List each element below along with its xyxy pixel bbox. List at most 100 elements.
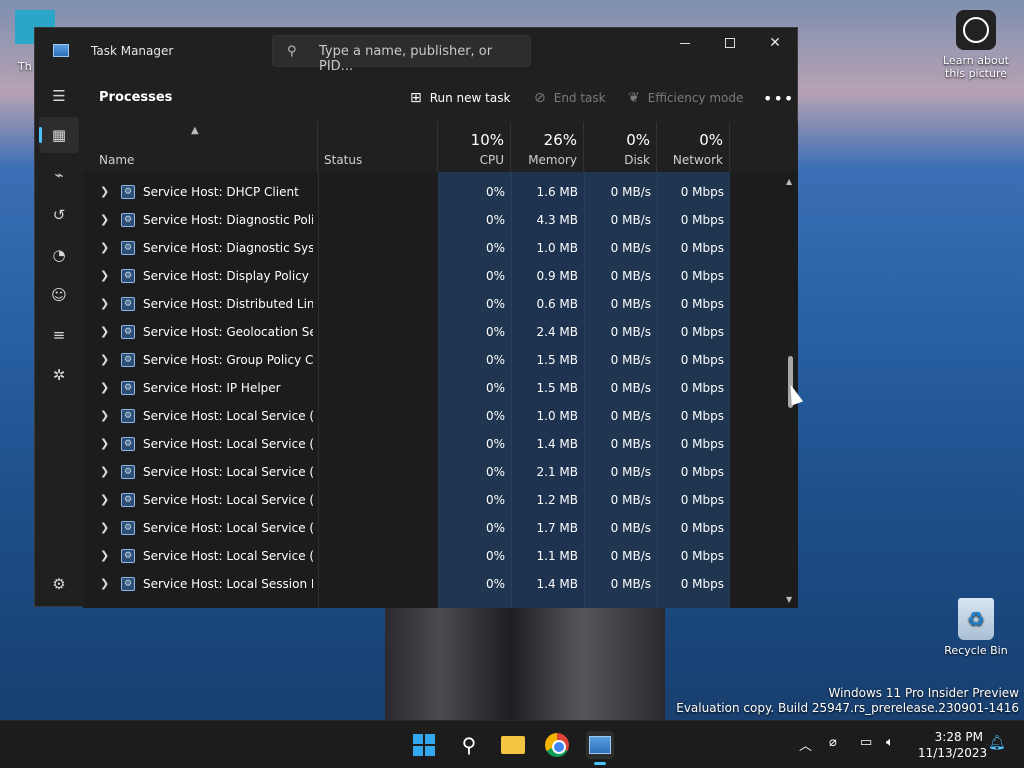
table-row[interactable]: ❯ ⚙ Service Host: Local Service (N... 0% 1.1… [83,542,743,570]
table-row[interactable]: ❯ ⚙ Service Host: Local Service (N... 0% 1.7… [83,514,743,542]
column-header-network[interactable]: 0% Network [657,122,730,172]
expand-chevron-icon[interactable]: ❯ [100,577,109,590]
search-icon: ⚲ [287,44,297,59]
nav-users[interactable]: ☺ [39,277,79,313]
display-icon[interactable]: ▭ [860,735,872,750]
more-options-button[interactable]: ••• [763,88,794,108]
column-header-disk[interactable]: 0% Disk [584,122,657,172]
expand-chevron-icon[interactable]: ❯ [100,521,109,534]
process-disk: 0 MB/s [610,577,651,591]
process-disk: 0 MB/s [610,269,651,283]
expand-chevron-icon[interactable]: ❯ [100,437,109,450]
show-hidden-icons-button[interactable]: ︿ [799,735,812,754]
table-row[interactable]: ❯ ⚙ Service Host: Local Service (N... 0% 1.4… [83,430,743,458]
expand-chevron-icon[interactable]: ❯ [100,549,109,562]
expand-chevron-icon[interactable]: ❯ [100,213,109,226]
process-network: 0 Mbps [680,353,724,367]
process-disk: 0 MB/s [610,185,651,199]
system-clock[interactable]: 3:28 PM 11/13/2023 [918,729,987,761]
process-memory: 0.9 MB [536,269,578,283]
search-input[interactable]: ⚲ Type a name, publisher, or PID... [272,35,531,74]
network-disconnected-icon[interactable]: ⌀ [829,735,837,750]
maximize-button[interactable] [707,28,753,58]
desktop-icon-learn-about-picture[interactable]: Learn about this picture [940,10,1012,80]
service-host-icon: ⚙ [121,381,135,395]
taskbar-chrome[interactable] [543,731,571,759]
table-row[interactable]: ❯ ⚙ Service Host: Diagnostic Polic... 0% 4.3… [83,206,743,234]
service-host-icon: ⚙ [121,549,135,563]
nav-app-history[interactable]: ↺ [39,197,79,233]
expand-chevron-icon[interactable]: ❯ [100,241,109,254]
scroll-up-arrow-icon[interactable]: ▲ [786,177,792,186]
table-row[interactable]: ❯ ⚙ Service Host: Diagnostic Syste... 0% 1.0… [83,234,743,262]
nav-startup-apps[interactable]: ◔ [39,237,79,273]
expand-chevron-icon[interactable]: ❯ [100,325,109,338]
table-row[interactable]: ❯ ⚙ Service Host: Local Service (N... 0% 2.1… [83,458,743,486]
process-cpu: 0% [485,549,505,563]
process-disk: 0 MB/s [610,409,651,423]
column-header-memory[interactable]: 26% Memory [511,122,584,172]
sort-ascending-icon: ▲ [191,125,199,136]
taskbar-file-explorer[interactable] [499,731,527,759]
service-host-icon: ⚙ [121,493,135,507]
expand-chevron-icon[interactable]: ❯ [100,493,109,506]
table-row[interactable]: ❯ ⚙ Service Host: Local Service (N... 0% 1.2… [83,486,743,514]
scroll-down-arrow-icon[interactable]: ▼ [786,595,792,604]
process-network: 0 Mbps [680,381,724,395]
expand-chevron-icon[interactable]: ❯ [100,409,109,422]
volume-muted-icon[interactable]: 🔈︎ [886,735,894,750]
column-header-status[interactable]: Status [318,122,438,172]
disk-total-percent: 0% [626,131,650,149]
process-disk: 0 MB/s [610,241,651,255]
windows-logo-icon [413,734,435,756]
close-button[interactable]: ✕ [752,28,798,58]
run-new-task-button[interactable]: ⊞ Run new task [410,88,510,108]
camera-info-icon [956,10,996,50]
notification-bell-icon[interactable]: 🔔︎ [988,735,1006,751]
start-button[interactable] [410,731,438,759]
title-bar[interactable]: Task Manager ⚲ Type a name, publisher, o… [35,28,797,74]
efficiency-mode-button[interactable]: ❦ Efficiency mode [628,88,743,108]
table-row[interactable]: ❯ ⚙ Service Host: Geolocation Serv... 0% 2.4… [83,318,743,346]
table-row[interactable]: ❯ ⚙ Service Host: Distributed Link ... 0% 0.… [83,290,743,318]
expand-chevron-icon[interactable]: ❯ [100,465,109,478]
table-row[interactable]: ❯ ⚙ Service Host: Group Policy Cli... 0% 1.5… [83,346,743,374]
nav-performance[interactable]: ⌁ [39,157,79,193]
nav-services[interactable]: ✲ [39,357,79,393]
nav-settings[interactable]: ⚙ [39,566,79,602]
expand-chevron-icon[interactable]: ❯ [100,381,109,394]
chrome-icon [545,733,569,757]
process-cpu: 0% [485,297,505,311]
search-placeholder: Type a name, publisher, or PID... [319,44,493,74]
expand-chevron-icon[interactable]: ❯ [100,297,109,310]
desktop-icon-recycle-bin[interactable]: ♻ Recycle Bin [940,598,1012,657]
table-row[interactable]: ❯ ⚙ Service Host: DHCP Client 0% 1.6 MB 0 MB/… [83,178,743,206]
end-task-button[interactable]: ⊘ End task [534,88,606,108]
column-cpu-label: CPU [479,153,504,167]
process-memory: 1.2 MB [536,493,578,507]
taskbar: ⚲ ︿ ⌀ ▭ 🔈︎ 3:28 PM 11/13/2023 🔔︎ [0,720,1024,768]
nav-hamburger[interactable]: ☰ [39,78,79,114]
taskbar-search-button[interactable]: ⚲ [455,731,483,759]
minimize-button[interactable] [662,28,708,58]
process-rows: ❯ ⚙ Service Host: DHCP Client 0% 1.6 MB 0 MB/… [83,178,743,598]
nav-processes[interactable]: ▦ [39,117,79,153]
close-icon: ✕ [769,35,781,51]
table-row[interactable]: ❯ ⚙ Service Host: IP Helper 0% 1.5 MB 0 MB/s 0… [83,374,743,402]
column-header-cpu[interactable]: 10% CPU [438,122,511,172]
nav-details[interactable]: ≡ [39,317,79,353]
details-icon: ≡ [52,326,66,344]
table-row[interactable]: ❯ ⚙ Service Host: Local Service (N... 0% 1.0… [83,402,743,430]
expand-chevron-icon[interactable]: ❯ [100,269,109,282]
recycle-bin-icon: ♻ [958,598,994,640]
process-cpu: 0% [485,409,505,423]
expand-chevron-icon[interactable]: ❯ [100,353,109,366]
column-header-name[interactable]: ▲ Name [83,122,318,172]
expand-chevron-icon[interactable]: ❯ [100,185,109,198]
table-row[interactable]: ❯ ⚙ Service Host: Display Policy Se... 0% 0.… [83,262,743,290]
processes-table: ▲ Name Status 10% CPU 26% Memory 0% Disk… [83,122,798,608]
performance-icon: ⌁ [54,166,64,184]
taskbar-task-manager[interactable] [586,731,614,765]
process-cpu: 0% [485,493,505,507]
table-row[interactable]: ❯ ⚙ Service Host: Local Session M... 0% 1.4 … [83,570,743,598]
